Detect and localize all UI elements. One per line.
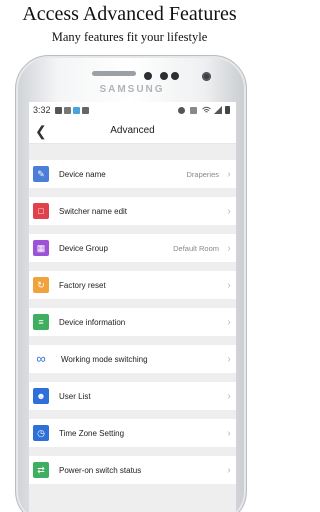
wifi-icon (202, 106, 211, 113)
phone-brand: SAMSUNG (99, 84, 165, 95)
switch-icon: ⇄ (33, 462, 49, 478)
menu-row-factory-reset[interactable]: ↻ Factory reset › (29, 271, 236, 299)
chevron-right-icon: › (227, 242, 231, 254)
chevron-right-icon: › (227, 168, 231, 180)
app-screen: 3:32 ❮ Advanced ✎ Device name Draperies … (29, 102, 236, 512)
chevron-right-icon: › (227, 464, 231, 476)
menu-row-label: Factory reset (59, 280, 106, 290)
menu-row-value: Default Room (173, 243, 219, 253)
page-title: Advanced (110, 125, 155, 136)
chevron-right-icon: › (227, 279, 231, 291)
top-bar: ❮ Advanced (29, 118, 236, 144)
clock-icon: ◷ (33, 425, 49, 441)
earpiece-speaker (92, 71, 136, 76)
status-right (178, 106, 232, 114)
group-icon: ▦ (33, 240, 49, 256)
menu-row-label: Working mode switching (61, 354, 148, 364)
menu-row-device-group[interactable]: ▦ Device Group Default Room › (29, 234, 236, 262)
pin-icon: ✎ (33, 166, 49, 182)
menu-row-switcher-name[interactable]: □ Switcher name edit › (29, 197, 236, 225)
menu-row-label: Time Zone Setting (59, 428, 125, 438)
menu-row-label: Device Group (59, 243, 108, 253)
battery-icon (225, 106, 230, 114)
menu-row-label: Switcher name edit (59, 206, 128, 216)
user-icon: ☻ (33, 388, 49, 404)
back-chevron-icon[interactable]: ❮ (35, 123, 49, 139)
info-icon: ≡ (33, 314, 49, 330)
notification-icon (54, 106, 62, 114)
sensor-dot (171, 72, 179, 80)
alarm-icon (178, 106, 185, 114)
menu-row-working-mode[interactable]: ∞ Working mode switching › (29, 345, 236, 373)
status-bar: 3:32 (29, 102, 236, 118)
sensor-dot (160, 72, 168, 80)
front-camera-icon (202, 72, 211, 81)
chevron-right-icon: › (227, 205, 231, 217)
status-time: 3:32 (33, 105, 51, 115)
promo-headline: Access Advanced Features (22, 3, 237, 25)
chevron-right-icon: › (227, 316, 231, 328)
menu-row-label: Device name (59, 169, 106, 179)
chevron-right-icon: › (227, 390, 231, 402)
image-icon (81, 106, 89, 114)
notification-icon (72, 106, 80, 114)
signal-icon (214, 106, 222, 114)
promo-subline: Many features fit your lifestyle (51, 30, 208, 44)
silent-icon (190, 106, 197, 114)
menu-row-device-information[interactable]: ≡ Device information › (29, 308, 236, 336)
menu-row-user-list[interactable]: ☻ User List › (29, 382, 236, 410)
menu-row-time-zone[interactable]: ◷ Time Zone Setting › (29, 419, 236, 447)
menu-row-label: Device information (59, 317, 126, 327)
reset-icon: ↻ (33, 277, 49, 293)
chevron-right-icon: › (227, 427, 231, 439)
menu-row-device-name[interactable]: ✎ Device name Draperies › (29, 160, 236, 188)
notification-icon (63, 106, 71, 114)
chevron-right-icon: › (227, 353, 231, 365)
menu-row-label: Power-on switch status (59, 465, 142, 475)
menu-row-value: Draperies (186, 169, 219, 179)
menu-row-label: User List (59, 391, 91, 401)
menu-row-power-on-status[interactable]: ⇄ Power-on switch status › (29, 456, 236, 484)
bookmark-icon: □ (33, 203, 49, 219)
sensor-dot (144, 72, 152, 80)
infinity-icon: ∞ (33, 351, 49, 367)
